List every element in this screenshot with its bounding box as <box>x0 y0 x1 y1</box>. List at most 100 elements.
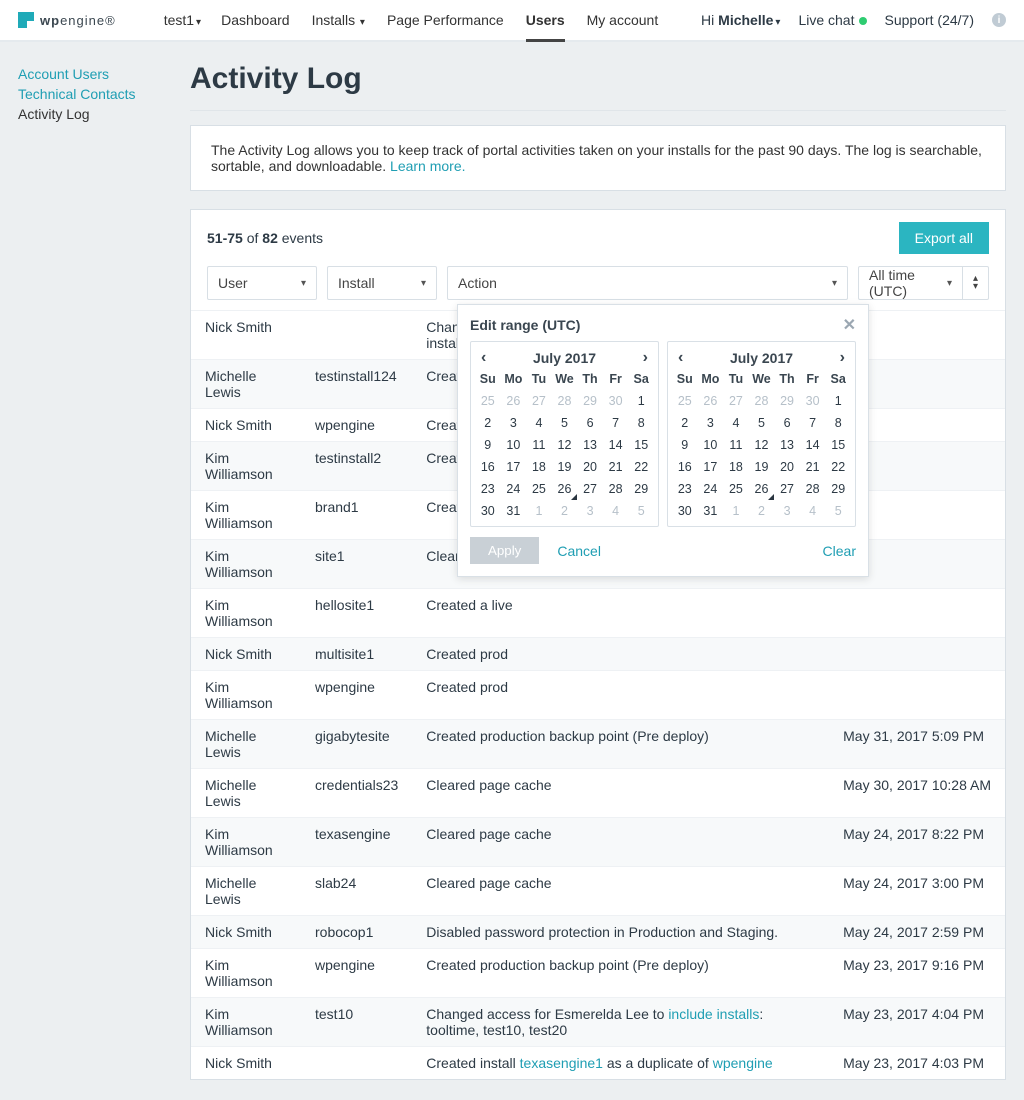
nav-item-my-account[interactable]: My account <box>587 2 659 38</box>
calendar-day[interactable]: 7 <box>800 412 826 434</box>
calendar-day[interactable]: 3 <box>501 412 527 434</box>
calendar-day[interactable]: 11 <box>526 434 552 456</box>
sidebar-item-technical-contacts[interactable]: Technical Contacts <box>18 84 168 104</box>
greeting[interactable]: Hi Michelle▾ <box>701 12 780 28</box>
calendar-day[interactable]: 13 <box>577 434 603 456</box>
calendar-day[interactable]: 11 <box>723 434 749 456</box>
brand-logo[interactable]: wpengine® <box>18 12 116 28</box>
calendar-day[interactable]: 29 <box>628 478 654 500</box>
calendar-day[interactable]: 28 <box>800 478 826 500</box>
next-month-icon[interactable]: › <box>840 350 845 366</box>
filter-time-range[interactable]: All time (UTC)▾ <box>858 266 963 300</box>
calendar-day[interactable]: 2 <box>672 412 698 434</box>
calendar-day[interactable]: 24 <box>698 478 724 500</box>
live-chat-link[interactable]: Live chat <box>798 12 866 28</box>
action-link[interactable]: wpengine <box>713 1055 773 1071</box>
calendar-day[interactable]: 14 <box>800 434 826 456</box>
nav-item-dashboard[interactable]: Dashboard <box>221 2 290 38</box>
sidebar-item-activity-log[interactable]: Activity Log <box>18 104 168 124</box>
calendar-day[interactable]: 4 <box>723 412 749 434</box>
calendar-day[interactable]: 15 <box>825 434 851 456</box>
cancel-button[interactable]: Cancel <box>557 543 601 559</box>
calendar-day[interactable]: 15 <box>628 434 654 456</box>
filter-install[interactable]: Install▾ <box>327 266 437 300</box>
filter-sort-toggle[interactable]: ▴▾ <box>963 266 989 300</box>
calendar-day[interactable]: 25 <box>526 478 552 500</box>
calendar-day[interactable]: 27 <box>577 478 603 500</box>
calendar-day[interactable]: 31 <box>698 500 724 522</box>
calendar-day[interactable]: 14 <box>603 434 629 456</box>
calendar-day[interactable]: 4 <box>526 412 552 434</box>
apply-button[interactable]: Apply <box>470 537 539 564</box>
calendar-day[interactable]: 13 <box>774 434 800 456</box>
calendar-day[interactable]: 28 <box>603 478 629 500</box>
calendar-day[interactable]: 21 <box>603 456 629 478</box>
calendar-day[interactable]: 27 <box>774 478 800 500</box>
calendar-day[interactable]: 6 <box>577 412 603 434</box>
calendar-day[interactable]: 24 <box>501 478 527 500</box>
calendar-day[interactable]: 30 <box>672 500 698 522</box>
calendar-day[interactable]: 23 <box>672 478 698 500</box>
prev-month-icon[interactable]: ‹ <box>678 350 683 366</box>
calendar-day[interactable]: 1 <box>825 390 851 412</box>
calendar-day[interactable]: 21 <box>800 456 826 478</box>
calendar-day[interactable]: 12 <box>749 434 775 456</box>
calendar-day: 26 <box>501 390 527 412</box>
calendar-day[interactable]: 17 <box>501 456 527 478</box>
support-link[interactable]: Support (24/7) <box>885 12 975 28</box>
calendar-day[interactable]: 10 <box>501 434 527 456</box>
calendar-day[interactable]: 18 <box>723 456 749 478</box>
calendar-day[interactable]: 29 <box>825 478 851 500</box>
calendar-day[interactable]: 20 <box>577 456 603 478</box>
calendar-day[interactable]: 23 <box>475 478 501 500</box>
calendar-day[interactable]: 17 <box>698 456 724 478</box>
calendar-day[interactable]: 9 <box>475 434 501 456</box>
sidebar-item-account-users[interactable]: Account Users <box>18 64 168 84</box>
action-link[interactable]: texasengine1 <box>520 1055 603 1071</box>
calendar-day[interactable]: 26 <box>749 478 775 500</box>
calendar-day[interactable]: 1 <box>628 390 654 412</box>
calendar-day[interactable]: 8 <box>628 412 654 434</box>
calendar-day[interactable]: 22 <box>825 456 851 478</box>
filter-user[interactable]: User▾ <box>207 266 317 300</box>
clear-button[interactable]: Clear <box>823 543 856 559</box>
export-all-button[interactable]: Export all <box>899 222 989 254</box>
calendar-day[interactable]: 20 <box>774 456 800 478</box>
learn-more-link[interactable]: Learn more. <box>390 158 465 174</box>
calendar-day[interactable]: 19 <box>552 456 578 478</box>
cell-install: testinstall2 <box>301 442 412 491</box>
filter-action[interactable]: Action▾ <box>447 266 848 300</box>
calendar-day[interactable]: 8 <box>825 412 851 434</box>
calendar-day[interactable]: 10 <box>698 434 724 456</box>
calendar-day[interactable]: 7 <box>603 412 629 434</box>
calendar-day[interactable]: 5 <box>552 412 578 434</box>
calendar-day[interactable]: 18 <box>526 456 552 478</box>
calendar-day[interactable]: 2 <box>475 412 501 434</box>
calendar-day: 30 <box>603 390 629 412</box>
calendar-month-label: July 2017 <box>730 350 793 366</box>
calendar-day[interactable]: 22 <box>628 456 654 478</box>
nav-item-users[interactable]: Users <box>526 2 565 38</box>
close-icon[interactable]: ✕ <box>843 315 856 335</box>
nav-item-installs[interactable]: Installs ▾ <box>312 2 365 38</box>
nav-item-page-performance[interactable]: Page Performance <box>387 2 504 38</box>
info-icon[interactable]: i <box>992 13 1006 27</box>
calendar-day[interactable]: 25 <box>723 478 749 500</box>
calendar-day[interactable]: 26 <box>552 478 578 500</box>
cell-action: Created install texasengine1 as a duplic… <box>412 1047 829 1080</box>
action-link[interactable]: include installs <box>668 1006 759 1022</box>
next-month-icon[interactable]: › <box>643 350 648 366</box>
calendar-day[interactable]: 31 <box>501 500 527 522</box>
cell-install <box>301 311 412 360</box>
calendar-day[interactable]: 6 <box>774 412 800 434</box>
calendar-day[interactable]: 16 <box>672 456 698 478</box>
calendar-day[interactable]: 16 <box>475 456 501 478</box>
account-switcher[interactable]: test1▾ <box>164 2 201 38</box>
prev-month-icon[interactable]: ‹ <box>481 350 486 366</box>
calendar-day[interactable]: 12 <box>552 434 578 456</box>
calendar-day[interactable]: 30 <box>475 500 501 522</box>
calendar-day[interactable]: 19 <box>749 456 775 478</box>
calendar-day[interactable]: 9 <box>672 434 698 456</box>
calendar-day[interactable]: 3 <box>698 412 724 434</box>
calendar-day[interactable]: 5 <box>749 412 775 434</box>
